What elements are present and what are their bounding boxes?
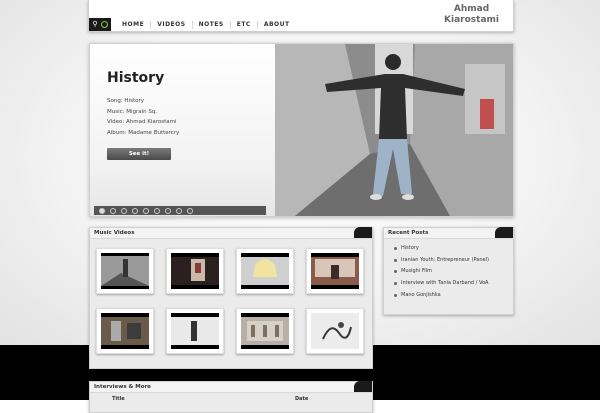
slider-pagination: [94, 206, 266, 215]
column-header-title[interactable]: Title: [112, 396, 125, 402]
recent-posts-list: History Iranian Youth: Entrepreneur (Pan…: [394, 243, 489, 302]
interviews-panel: Interviews & More Title Date: [89, 381, 373, 413]
video-thumb-5[interactable]: [96, 308, 154, 354]
slider-dot-5[interactable]: [143, 207, 149, 214]
featured-slider: History Song: History Music: Migrain Sq.…: [89, 43, 514, 217]
slider-dot-4[interactable]: [132, 207, 138, 214]
main-nav: HOME VIDEOS NOTES ETC ABOUT: [116, 21, 296, 29]
site-logo[interactable]: Ahmad Kiarostami: [444, 4, 499, 26]
recent-post-item[interactable]: Musighi Film: [394, 266, 489, 278]
video-thumb-3[interactable]: [236, 248, 294, 294]
slide-song: Song: History: [107, 98, 145, 104]
nav-home[interactable]: HOME: [116, 21, 152, 29]
nav-videos[interactable]: VIDEOS: [151, 21, 193, 29]
column-header-date[interactable]: Date: [295, 396, 308, 402]
search-button[interactable]: ⚲: [89, 18, 111, 31]
nav-notes[interactable]: NOTES: [193, 21, 231, 29]
slider-dot-3[interactable]: [121, 207, 127, 214]
slide-photo[interactable]: [275, 44, 513, 216]
recent-post-item[interactable]: Mano Gonjishka: [394, 290, 489, 302]
video-thumb-8[interactable]: [306, 308, 364, 354]
panel-tab-icon: [354, 227, 372, 238]
slide-album: Album: Madame Buttercry: [107, 129, 180, 136]
recent-post-item[interactable]: Interview with Tania Darband / VoA: [394, 278, 489, 290]
slider-dot-6[interactable]: [154, 207, 160, 214]
thumb-image: [171, 253, 219, 289]
video-thumb-2[interactable]: [166, 248, 224, 294]
slider-dot-9[interactable]: [187, 207, 193, 214]
video-thumb-7[interactable]: [236, 308, 294, 354]
panel-header: Interviews & More: [90, 381, 372, 393]
music-videos-title: Music Videos: [94, 230, 135, 236]
panel-header: Music Videos: [90, 227, 372, 239]
slide-meta: Song: History Music: Migrain Sq. Video: …: [107, 96, 179, 138]
interviews-title: Interviews & More: [94, 384, 151, 390]
music-videos-panel: Music Videos: [89, 227, 373, 369]
slide-video: Video: Ahmad Kiarostami: [107, 119, 177, 125]
slide-caption-panel: History Song: History Music: Migrain Sq.…: [90, 44, 275, 216]
slide-title[interactable]: History: [107, 70, 164, 86]
panel-tab-icon: [354, 381, 372, 392]
slider-dot-7[interactable]: [165, 207, 171, 214]
see-it-button[interactable]: See it!: [107, 148, 171, 160]
thumb-image: [311, 313, 359, 349]
thumb-image: [171, 313, 219, 349]
thumb-image: [241, 313, 289, 349]
recent-post-item[interactable]: History: [394, 243, 489, 255]
site-header: ⚲ HOME VIDEOS NOTES ETC ABOUT Ahmad Kiar…: [88, 0, 514, 32]
panel-header: Recent Posts: [384, 227, 513, 239]
video-thumb-1[interactable]: [96, 248, 154, 294]
slide-music: Music: Migrain Sq.: [107, 108, 158, 115]
logo-line-1: Ahmad: [453, 4, 490, 14]
panel-tab-icon: [495, 227, 513, 238]
logo-line-2: Kiarostami: [444, 15, 499, 25]
status-ring-icon: [100, 21, 108, 28]
slider-dot-2[interactable]: [110, 207, 116, 214]
video-thumb-6[interactable]: [166, 308, 224, 354]
thumb-image: [101, 313, 149, 349]
recent-posts-panel: Recent Posts History Iranian Youth: Entr…: [383, 227, 514, 315]
slider-dot-1[interactable]: [99, 207, 105, 214]
thumb-image: [101, 253, 149, 289]
nav-about[interactable]: ABOUT: [258, 21, 296, 29]
search-icon: ⚲: [92, 20, 98, 28]
slider-dot-8[interactable]: [176, 207, 182, 214]
thumb-image: [241, 253, 289, 289]
thumb-image: [311, 253, 359, 289]
recent-posts-title: Recent Posts: [388, 230, 429, 236]
recent-post-item[interactable]: Iranian Youth: Entrepreneur (Panel): [394, 255, 489, 267]
video-thumb-4[interactable]: [306, 248, 364, 294]
nav-etc[interactable]: ETC: [231, 21, 258, 29]
